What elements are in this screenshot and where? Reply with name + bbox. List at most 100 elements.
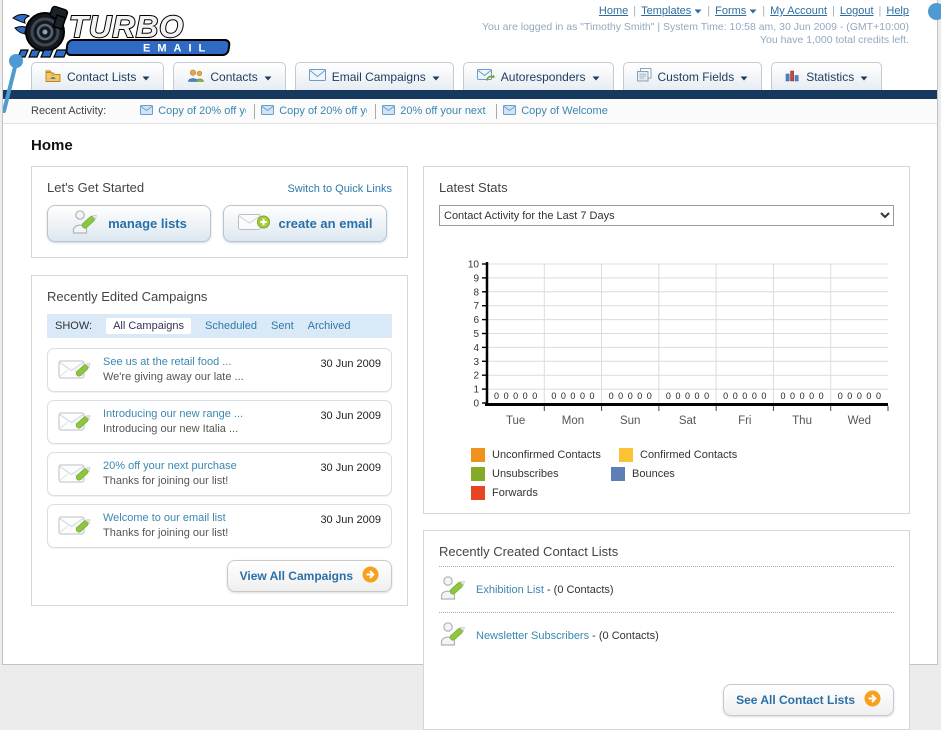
tab-contacts[interactable]: Contacts: [173, 62, 286, 90]
svg-text:0: 0: [685, 391, 690, 401]
recent-activity-link[interactable]: Copy of 20% off yo: [158, 105, 246, 117]
recent-activity-link[interactable]: Copy of Welcome to: [521, 105, 609, 117]
legend-swatch: [619, 448, 633, 462]
main-nav-tabs: Contact Lists Contacts Email Campaigns Auto…: [3, 60, 937, 90]
chevron-down-icon: [264, 70, 272, 84]
nav-link-forms[interactable]: Forms: [715, 5, 746, 17]
show-label: SHOW:: [55, 320, 93, 332]
svg-text:0: 0: [561, 391, 566, 401]
nav-link-logout[interactable]: Logout: [840, 5, 874, 17]
campaign-card: Welcome to our email list Thanks for join…: [47, 504, 392, 548]
custom-fields-icon: [636, 68, 652, 85]
svg-text:6: 6: [473, 315, 479, 326]
svg-text:8: 8: [473, 287, 479, 298]
see-all-contact-lists-button[interactable]: See All Contact Lists: [723, 684, 894, 716]
svg-text:0: 0: [761, 391, 766, 401]
svg-text:0: 0: [590, 391, 595, 401]
latest-stats-title: Latest Stats: [439, 180, 508, 195]
tab-contact-lists[interactable]: Contact Lists: [31, 62, 165, 90]
filter-scheduled[interactable]: Scheduled: [205, 320, 257, 332]
campaign-title-link[interactable]: Welcome to our email list: [103, 512, 226, 524]
campaign-subtitle: Thanks for joining our list!: [103, 475, 229, 487]
svg-text:Sun: Sun: [620, 415, 640, 427]
nav-link-home[interactable]: Home: [599, 5, 628, 17]
campaign-title-link[interactable]: See us at the retail food ...: [103, 356, 231, 368]
svg-text:0: 0: [513, 391, 518, 401]
svg-text:Tue: Tue: [506, 415, 525, 427]
envelope-pencil-icon: [58, 355, 94, 386]
contact-list-link[interactable]: Newsletter Subscribers: [476, 630, 589, 642]
campaign-title-link[interactable]: 20% off your next purchase: [103, 460, 237, 472]
svg-text:0: 0: [494, 391, 499, 401]
legend-item: Unconfirmed Contacts: [471, 448, 619, 462]
svg-text:0: 0: [838, 391, 843, 401]
svg-text:5: 5: [473, 329, 479, 340]
svg-text:0: 0: [675, 391, 680, 401]
chevron-down-icon: [142, 70, 150, 84]
main-content: Home Let's Get Started Switch to Quick L…: [3, 124, 937, 730]
filter-archived[interactable]: Archived: [308, 320, 351, 332]
manage-lists-button[interactable]: manage lists: [47, 205, 211, 242]
svg-text:0: 0: [752, 391, 757, 401]
campaign-card: 20% off your next purchase Thanks for joi…: [47, 452, 392, 496]
stats-period-select[interactable]: Contact Activity for the Last 7 Days: [439, 205, 894, 226]
filter-sent[interactable]: Sent: [271, 320, 294, 332]
legend-swatch: [471, 486, 485, 500]
nav-link-templates[interactable]: Templates: [641, 5, 691, 17]
svg-text:Mon: Mon: [562, 415, 584, 427]
svg-text:0: 0: [628, 391, 633, 401]
svg-text:EMAIL: EMAIL: [143, 43, 212, 55]
svg-text:2: 2: [473, 371, 479, 382]
view-all-campaigns-button[interactable]: View All Campaigns: [226, 560, 392, 592]
login-info: You are logged in as "Timothy Smith" | S…: [482, 21, 909, 33]
svg-text:0: 0: [580, 391, 585, 401]
latest-stats-panel: Latest Stats Contact Activity for the La…: [423, 166, 910, 514]
svg-text:0: 0: [647, 391, 652, 401]
contact-count: - (0 Contacts): [589, 629, 659, 642]
chevron-down-icon: [694, 5, 702, 17]
tab-custom-fields[interactable]: Custom Fields: [622, 62, 763, 90]
svg-text:0: 0: [666, 391, 671, 401]
tab-statistics[interactable]: Statistics: [771, 62, 883, 90]
recent-activity-link[interactable]: 20% off your next p: [400, 105, 488, 117]
recent-activity-label: Recent Activity:: [31, 105, 107, 117]
campaign-title-link[interactable]: Introducing our new range ...: [103, 408, 243, 420]
contact-list-link[interactable]: Exhibition List: [476, 584, 544, 596]
campaign-subtitle: We're giving away our late ...: [103, 371, 244, 383]
nav-link-my-account[interactable]: My Account: [770, 5, 827, 17]
campaign-date: 30 Jun 2009: [320, 410, 381, 422]
folder-icon: [45, 69, 61, 85]
svg-text:7: 7: [473, 301, 479, 312]
svg-text:0: 0: [695, 391, 700, 401]
envelope-icon: [308, 69, 326, 84]
person-pencil-icon: [439, 574, 467, 605]
svg-text:9: 9: [473, 273, 479, 284]
filter-all-campaigns[interactable]: All Campaigns: [106, 318, 191, 334]
legend-swatch: [611, 467, 625, 481]
svg-text:0: 0: [733, 391, 738, 401]
nav-separator: |: [762, 5, 766, 17]
person-pencil-icon: [439, 620, 467, 651]
nav-link-help[interactable]: Help: [886, 5, 909, 17]
chevron-down-icon: [860, 70, 868, 84]
campaign-card: Introducing our new range ... Introducing…: [47, 400, 392, 444]
recent-activity-link[interactable]: Copy of 20% off yo: [279, 105, 367, 117]
tab-email-campaigns[interactable]: Email Campaigns: [294, 62, 454, 90]
contact-count: - (0 Contacts): [543, 583, 614, 596]
campaign-subtitle: Introducing our new Italia ...: [103, 423, 239, 435]
campaign-date: 30 Jun 2009: [320, 462, 381, 474]
recent-activity-item: Copy of Welcome to: [497, 104, 617, 119]
svg-text:4: 4: [473, 343, 479, 354]
tab-autoresponders[interactable]: Autoresponders: [462, 62, 614, 90]
svg-text:TURBO: TURBO: [69, 9, 184, 44]
switch-quick-links-link[interactable]: Switch to Quick Links: [287, 183, 392, 195]
svg-text:0: 0: [847, 391, 852, 401]
create-email-button[interactable]: create an email: [223, 205, 387, 242]
recent-activity-item: Copy of 20% off yo: [134, 103, 256, 119]
chevron-down-icon: [432, 70, 440, 84]
get-started-panel: Let's Get Started Switch to Quick Links …: [31, 166, 408, 258]
legend-item: Bounces: [611, 467, 759, 481]
chevron-down-icon: [740, 70, 748, 84]
campaign-filter-bar: SHOW: All Campaigns Scheduled Sent Archived: [47, 314, 392, 338]
manage-lists-icon: [71, 208, 99, 239]
